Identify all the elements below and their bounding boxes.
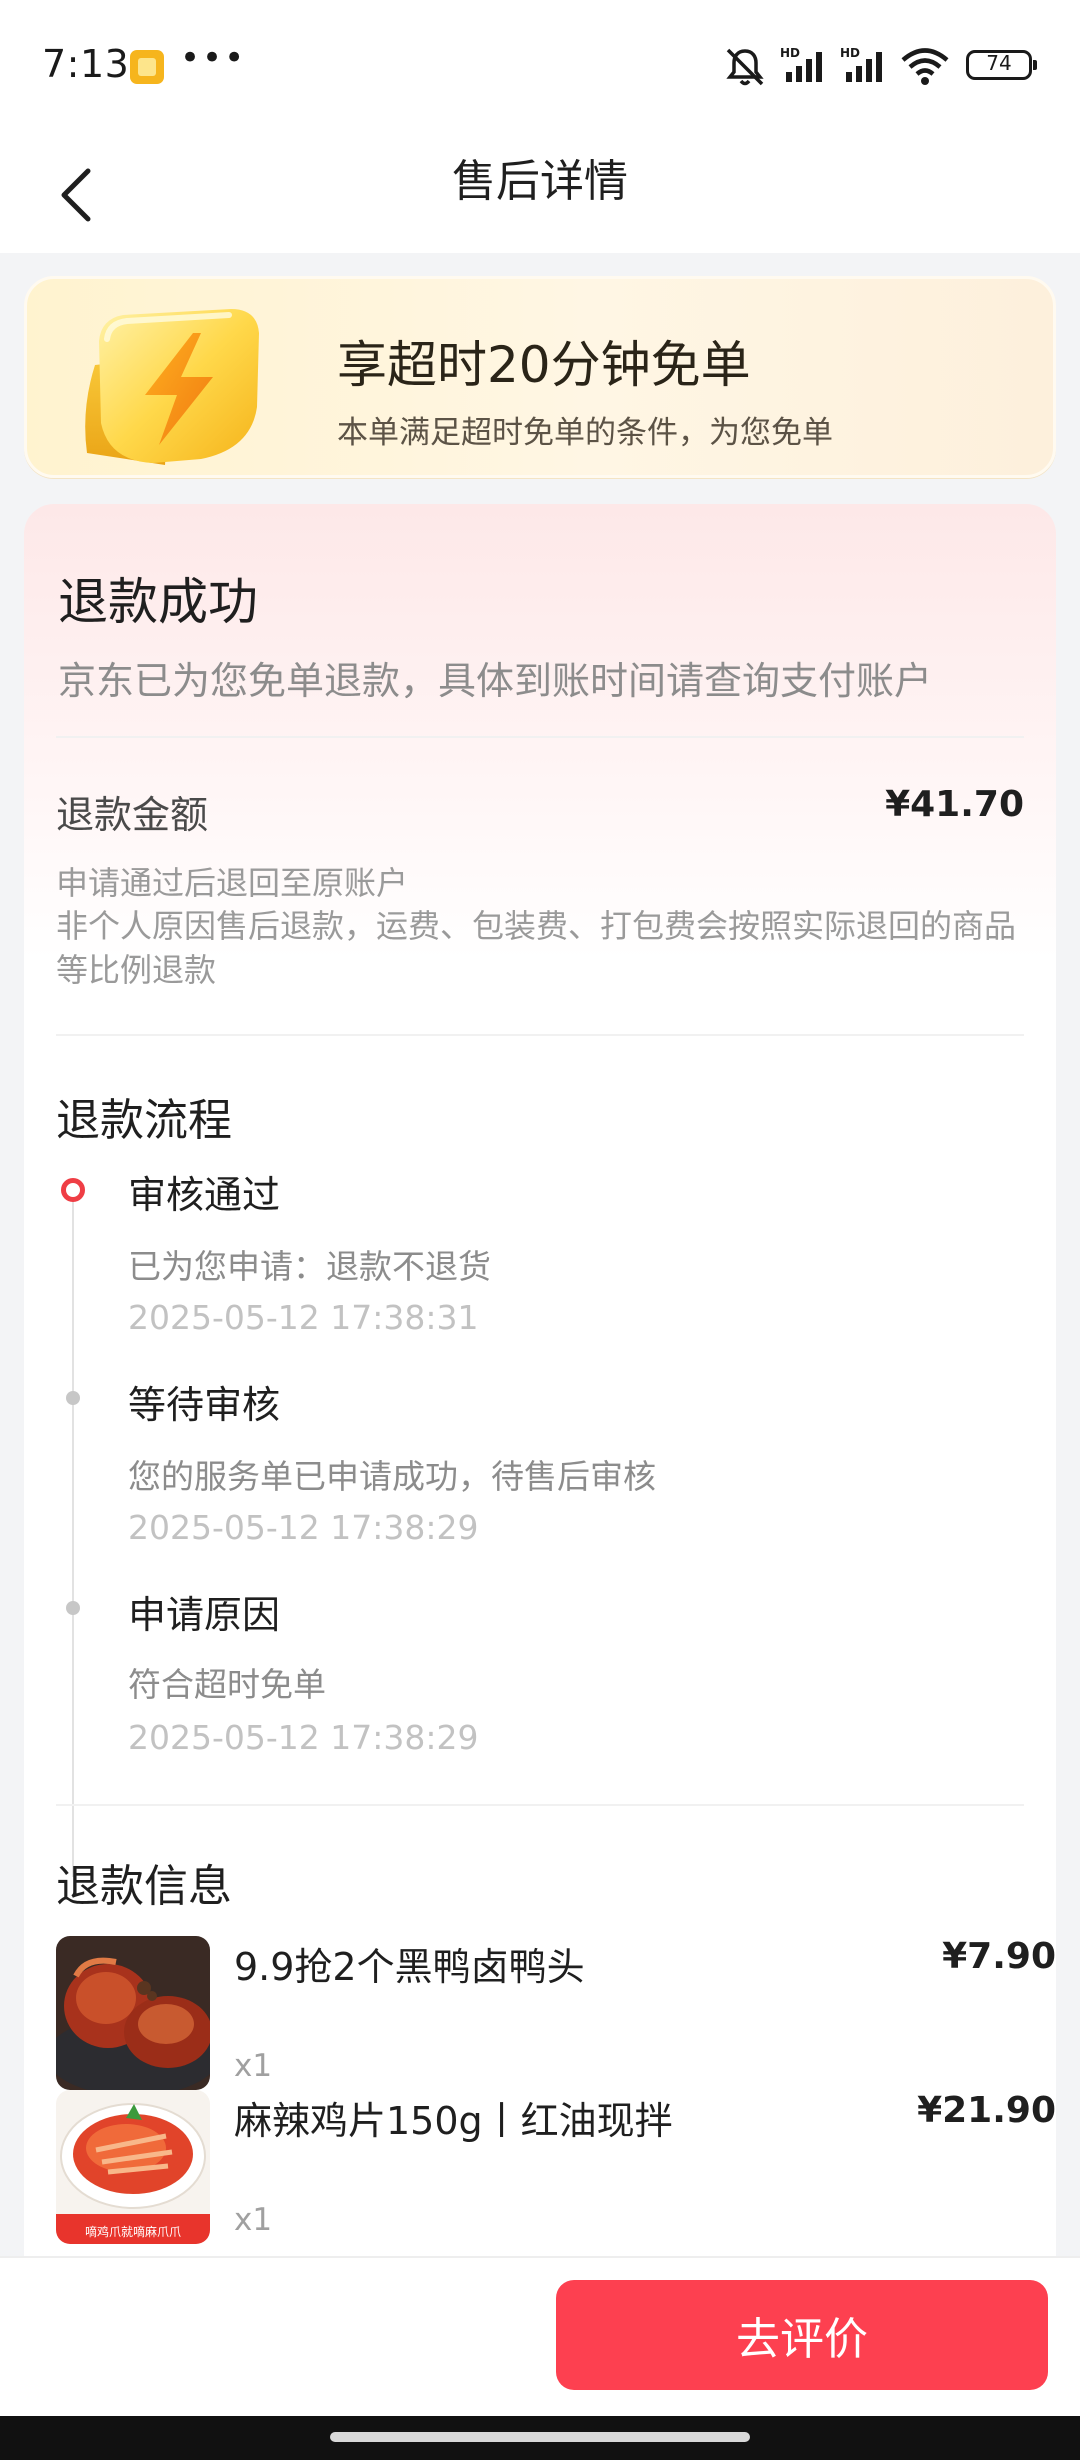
product-price: ¥7.90 bbox=[942, 1936, 1056, 1977]
product-thumbnail bbox=[56, 1936, 210, 2090]
product-name: 麻辣鸡片150g丨红油现拌 bbox=[234, 2099, 673, 2143]
product-quantity: x1 bbox=[234, 2202, 273, 2238]
duck-head-image bbox=[56, 1936, 210, 2090]
timeline-dot bbox=[66, 1391, 80, 1405]
product-item[interactable]: 9.9抢2个黑鸭卤鸭头 ¥7.90 x1 bbox=[56, 1936, 1056, 2090]
svg-text:HD: HD bbox=[840, 46, 860, 60]
status-time: 7:13 bbox=[42, 42, 130, 86]
timeline-step-desc: 符合超时免单 bbox=[128, 1665, 326, 1704]
app-notification-icon bbox=[130, 50, 164, 84]
product-quantity: x1 bbox=[234, 2048, 273, 2084]
signal-hd-1-icon: HD bbox=[780, 46, 822, 82]
promo-subtitle: 本单满足超时免单的条件，为您免单 bbox=[337, 415, 833, 451]
product-name: 9.9抢2个黑鸭卤鸭头 bbox=[234, 1945, 585, 1989]
timeline-dot bbox=[66, 1601, 80, 1615]
timeline-step-time: 2025-05-12 17:38:29 bbox=[128, 1718, 479, 1757]
timeline-step-title: 审核通过 bbox=[128, 1173, 281, 1217]
product-thumbnail: 嘀鸡爪就嘀麻爪爪 bbox=[56, 2090, 210, 2244]
timeline-line bbox=[72, 1192, 74, 1877]
lightning-shield-icon bbox=[85, 309, 259, 465]
timeline-step-time: 2025-05-12 17:38:31 bbox=[128, 1298, 479, 1337]
mute-icon bbox=[726, 48, 764, 86]
svg-text:HD: HD bbox=[780, 46, 800, 60]
signal-hd-2-icon: HD bbox=[840, 46, 882, 82]
spicy-chicken-image bbox=[56, 2090, 210, 2244]
timeline-step-time: 2025-05-12 17:38:29 bbox=[128, 1508, 479, 1547]
bottom-action-bar: 去评价 bbox=[0, 2256, 1080, 2416]
product-item[interactable]: 嘀鸡爪就嘀麻爪爪 麻辣鸡片150g丨红油现拌 ¥21.90 x1 bbox=[56, 2090, 1056, 2244]
timeline-step-title: 等待审核 bbox=[128, 1383, 281, 1427]
refund-detail-card: 退款成功 京东已为您免单退款，具体到账时间请查询支付账户 退款金额 ¥41.70… bbox=[24, 504, 1056, 2256]
nav-header: 售后详情 bbox=[0, 135, 1080, 253]
page-title: 售后详情 bbox=[452, 156, 628, 207]
timeline-step-title: 申请原因 bbox=[128, 1593, 281, 1637]
refund-info-title: 退款信息 bbox=[56, 1861, 232, 1912]
product-price: ¥21.90 bbox=[917, 2090, 1056, 2131]
status-icons: HD HD 74 bbox=[722, 44, 1037, 92]
divider bbox=[56, 1804, 1024, 1806]
navigation-gesture-area bbox=[0, 2416, 1080, 2460]
battery-icon: 74 bbox=[966, 50, 1037, 80]
thumb-caption: 嘀鸡爪就嘀麻爪爪 bbox=[84, 2225, 181, 2239]
promo-title: 享超时20分钟免单 bbox=[337, 336, 751, 394]
gesture-handle[interactable] bbox=[330, 2432, 750, 2442]
wifi-icon bbox=[901, 48, 949, 85]
timeline-dot-active bbox=[61, 1178, 85, 1202]
review-button[interactable]: 去评价 bbox=[556, 2280, 1048, 2390]
battery-level: 74 bbox=[986, 51, 1012, 75]
status-bar: 7:13 ••• HD HD 74 bbox=[0, 0, 1080, 135]
more-notifications-icon: ••• bbox=[180, 38, 247, 78]
timeout-free-order-banner: 享超时20分钟免单 本单满足超时免单的条件，为您免单 bbox=[24, 276, 1056, 478]
timeline-step-desc: 已为您申请：退款不退货 bbox=[128, 1247, 491, 1286]
timeline-step-desc: 您的服务单已申请成功，待售后审核 bbox=[128, 1457, 656, 1496]
